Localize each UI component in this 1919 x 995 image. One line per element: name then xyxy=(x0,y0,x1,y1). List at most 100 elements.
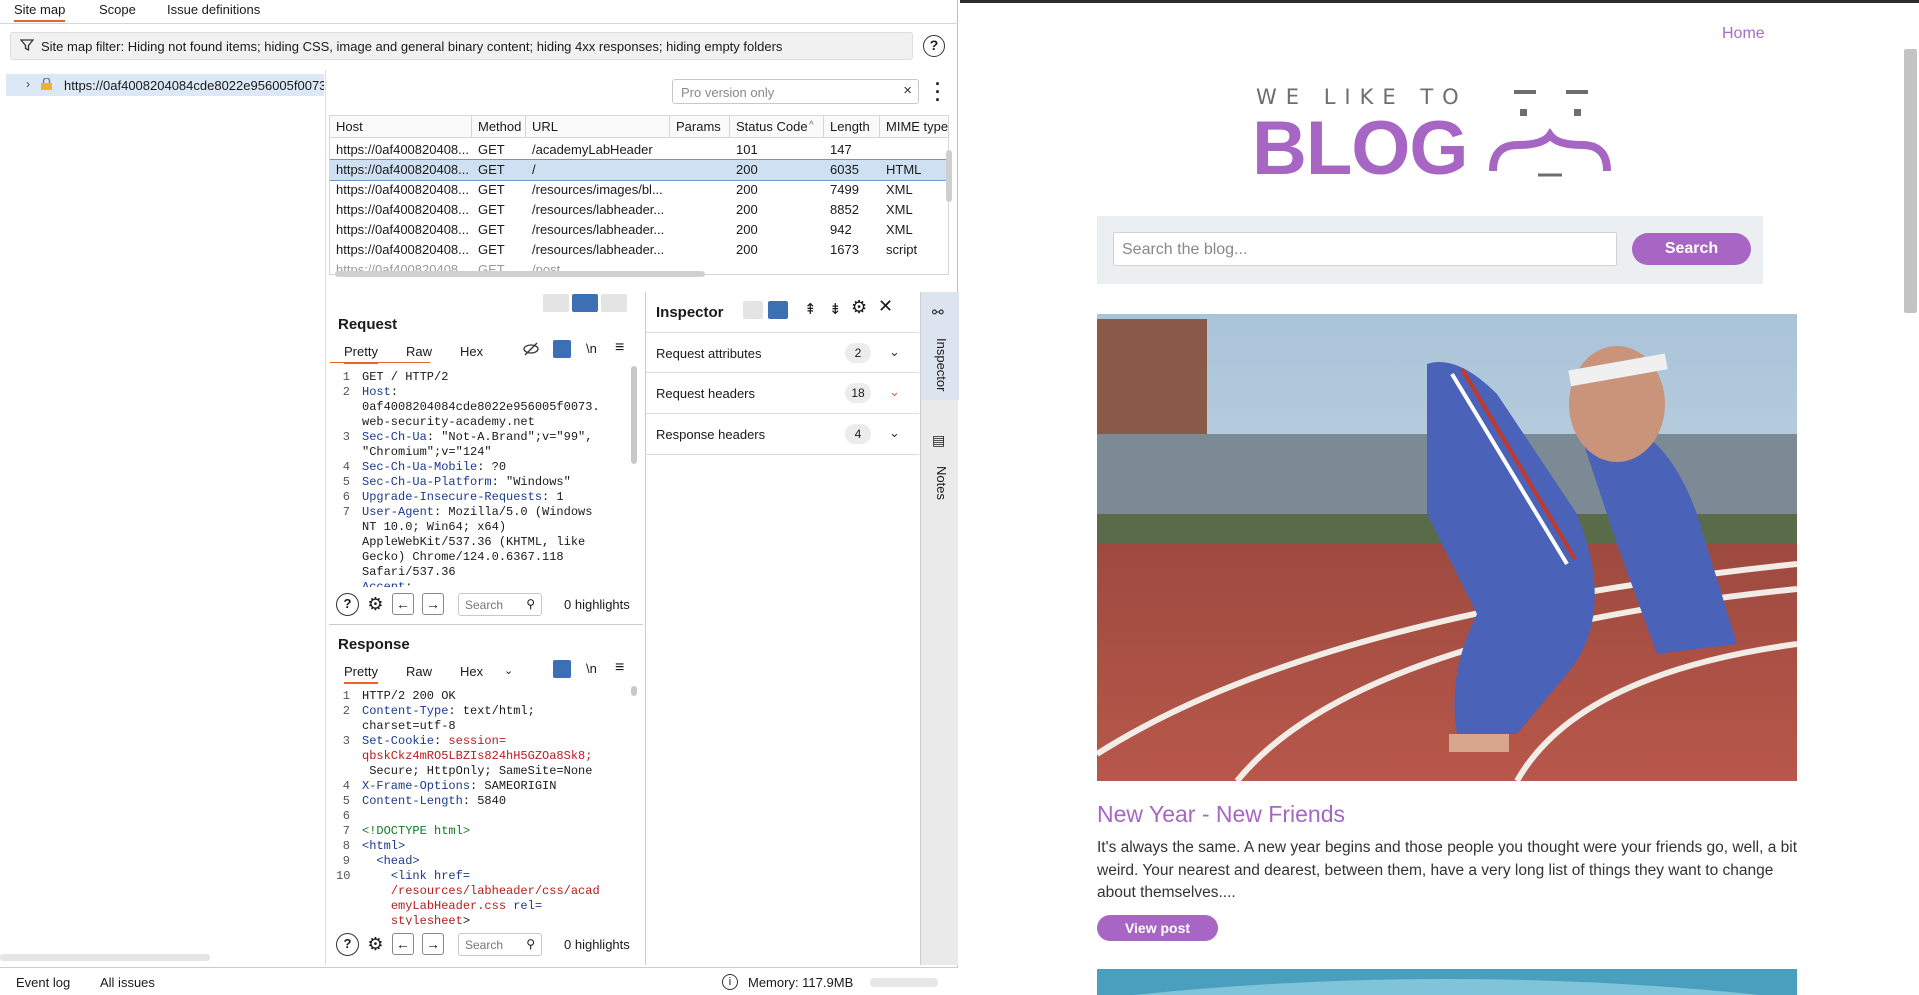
inspector-layout-2-button[interactable] xyxy=(768,301,788,319)
request-editor-scrollbar[interactable] xyxy=(631,366,637,464)
tab-raw[interactable]: Raw xyxy=(406,344,432,359)
cell-status: 200 xyxy=(736,222,758,237)
newline-toggle-icon[interactable]: \n xyxy=(586,341,597,356)
site-map-filter-bar[interactable]: Site map filter: Hiding not found items;… xyxy=(10,32,913,60)
row-count-badge: 18 xyxy=(845,383,871,403)
layout-stacked-button[interactable] xyxy=(572,294,598,312)
rail-tab-notes[interactable]: ▤ Notes xyxy=(921,432,959,512)
blog-search-section: Search the blog... Search xyxy=(1097,216,1763,284)
table-row[interactable]: https://0af400820408... GET /academyLabH… xyxy=(330,140,948,160)
target-subtabs: Site map Scope Issue definitions xyxy=(0,0,958,24)
more-options-icon[interactable]: · · · xyxy=(934,75,942,109)
layout-side-by-side-button[interactable] xyxy=(543,294,569,312)
arrow-right-icon[interactable]: → xyxy=(422,593,444,615)
cell-length: 8852 xyxy=(830,202,859,217)
wrap-lines-icon[interactable] xyxy=(553,660,571,678)
gear-icon[interactable]: ⚙ xyxy=(364,593,387,616)
tab-pretty[interactable]: Pretty xyxy=(344,344,378,364)
chevron-right-icon[interactable]: › xyxy=(26,77,30,91)
home-link[interactable]: Home xyxy=(1722,25,1765,43)
inspector-row-request-attributes[interactable]: Request attributes 2 ⌄ xyxy=(646,332,919,373)
search-button[interactable]: Search xyxy=(1632,233,1751,265)
arrow-left-icon[interactable]: ← xyxy=(392,593,414,615)
chevron-down-icon[interactable]: ⌄ xyxy=(889,344,900,360)
tab-issue-definitions[interactable]: Issue definitions xyxy=(167,2,260,17)
browser-page: Home WE LIKE TO BLOG Search the blog... … xyxy=(960,0,1919,995)
inspector-layout-1-button[interactable] xyxy=(743,301,763,319)
collapse-all-icon[interactable]: ⇟ xyxy=(829,300,842,318)
request-view-tabs: Pretty Raw Hex xyxy=(344,344,544,364)
rail-tab-inspector[interactable]: ⚯ Inspector xyxy=(921,292,959,400)
tab-raw[interactable]: Raw xyxy=(406,664,432,679)
cell-url: /resources/labheader... xyxy=(532,242,665,257)
tab-site-map[interactable]: Site map xyxy=(14,2,66,22)
inspector-row-response-headers[interactable]: Response headers 4 ⌄ xyxy=(646,414,919,455)
memory-bar xyxy=(870,978,938,987)
table-row-selected[interactable]: https://0af400820408... GET / 200 6035 H… xyxy=(330,159,948,181)
chevron-down-icon[interactable]: ⌄ xyxy=(889,384,900,400)
cell-status: 200 xyxy=(736,242,758,257)
tab-scope[interactable]: Scope xyxy=(99,2,136,17)
column-header-length[interactable]: Length xyxy=(824,116,880,138)
post-image[interactable] xyxy=(1097,314,1797,781)
tab-hex[interactable]: Hex xyxy=(460,664,483,679)
table-row[interactable]: https://0af400820408... GET /resources/i… xyxy=(330,180,948,200)
table-horizontal-scrollbar[interactable] xyxy=(335,271,705,277)
column-header-params[interactable]: Params xyxy=(670,116,730,138)
request-search-input[interactable]: Search ⚲ xyxy=(458,593,542,616)
post-title[interactable]: New Year - New Friends xyxy=(1097,801,1345,828)
page-vertical-scrollbar[interactable] xyxy=(1904,49,1917,313)
memory-usage: Memory: 117.9MB xyxy=(748,975,854,990)
layout-tabs-button[interactable] xyxy=(601,294,627,312)
close-icon[interactable]: × xyxy=(903,82,912,99)
column-header-mime-type[interactable]: MIME type xyxy=(880,116,948,138)
menu-icon[interactable]: ≡ xyxy=(615,339,624,357)
close-icon[interactable]: ✕ xyxy=(878,296,893,317)
view-post-button[interactable]: View post xyxy=(1097,915,1218,941)
newline-toggle-icon[interactable]: \n xyxy=(586,661,597,676)
arrow-right-icon[interactable]: → xyxy=(422,933,444,955)
response-search-input[interactable]: Search ⚲ xyxy=(458,933,542,956)
table-row[interactable]: https://0af400820408... GET /resources/l… xyxy=(330,200,948,220)
hide-icon[interactable] xyxy=(523,341,539,357)
help-icon[interactable]: ? xyxy=(336,933,359,956)
column-header-host[interactable]: Host xyxy=(330,116,472,138)
request-editor[interactable]: 1 GET / HTTP/2 2 Host: 0af4008204084cde802… xyxy=(336,370,636,587)
side-rail: ⚯ Inspector ▤ Notes xyxy=(920,292,959,965)
inspector-title: Inspector xyxy=(656,304,724,321)
table-row[interactable]: https://0af400820408... GET /resources/l… xyxy=(330,220,948,240)
gear-icon[interactable]: ⚙ xyxy=(851,297,867,318)
tab-pretty[interactable]: Pretty xyxy=(344,664,378,684)
tab-hex[interactable]: Hex xyxy=(460,344,483,359)
lock-icon xyxy=(41,78,52,90)
all-issues-link[interactable]: All issues xyxy=(100,975,155,990)
response-editor-scrollbar[interactable] xyxy=(631,686,637,696)
cell-length: 7499 xyxy=(830,182,859,197)
cell-host: https://0af400820408... xyxy=(336,182,469,197)
table-vertical-scrollbar[interactable] xyxy=(946,150,952,202)
next-post-image[interactable] xyxy=(1097,969,1797,995)
wrap-lines-icon[interactable] xyxy=(553,340,571,358)
help-icon[interactable]: ? xyxy=(923,35,945,57)
response-editor[interactable]: 1 HTTP/2 200 OK 2 Content-Type: text/html;… xyxy=(336,689,636,925)
column-header-url[interactable]: URL xyxy=(526,116,670,138)
table-row[interactable]: https://0af400820408... GET /resources/l… xyxy=(330,240,948,260)
chevron-down-icon[interactable]: ⌄ xyxy=(504,664,513,677)
blog-search-input[interactable]: Search the blog... xyxy=(1113,232,1617,266)
expand-all-icon[interactable]: ⇞ xyxy=(804,300,817,318)
pro-search-input[interactable]: Pro version only × xyxy=(672,79,919,104)
menu-icon[interactable]: ≡ xyxy=(615,659,624,677)
event-log-link[interactable]: Event log xyxy=(16,975,70,990)
tree-item-host[interactable]: › https://0af4008204084cde8022e956005f00… xyxy=(6,74,324,96)
column-header-method[interactable]: Method xyxy=(472,116,526,138)
cell-mime: XML xyxy=(886,202,913,217)
gear-icon[interactable]: ⚙ xyxy=(364,933,387,956)
tree-horizontal-scrollbar[interactable] xyxy=(0,954,210,961)
response-highlights-count: 0 highlights xyxy=(564,937,630,952)
cell-length: 942 xyxy=(830,222,852,237)
help-icon[interactable]: ? xyxy=(336,593,359,616)
arrow-left-icon[interactable]: ← xyxy=(392,933,414,955)
chevron-down-icon[interactable]: ⌄ xyxy=(889,425,900,441)
inspector-row-request-headers[interactable]: Request headers 18 ⌄ xyxy=(646,373,919,414)
request-search-bar: ? ⚙ ← → Search ⚲ 0 highlights xyxy=(336,593,642,619)
